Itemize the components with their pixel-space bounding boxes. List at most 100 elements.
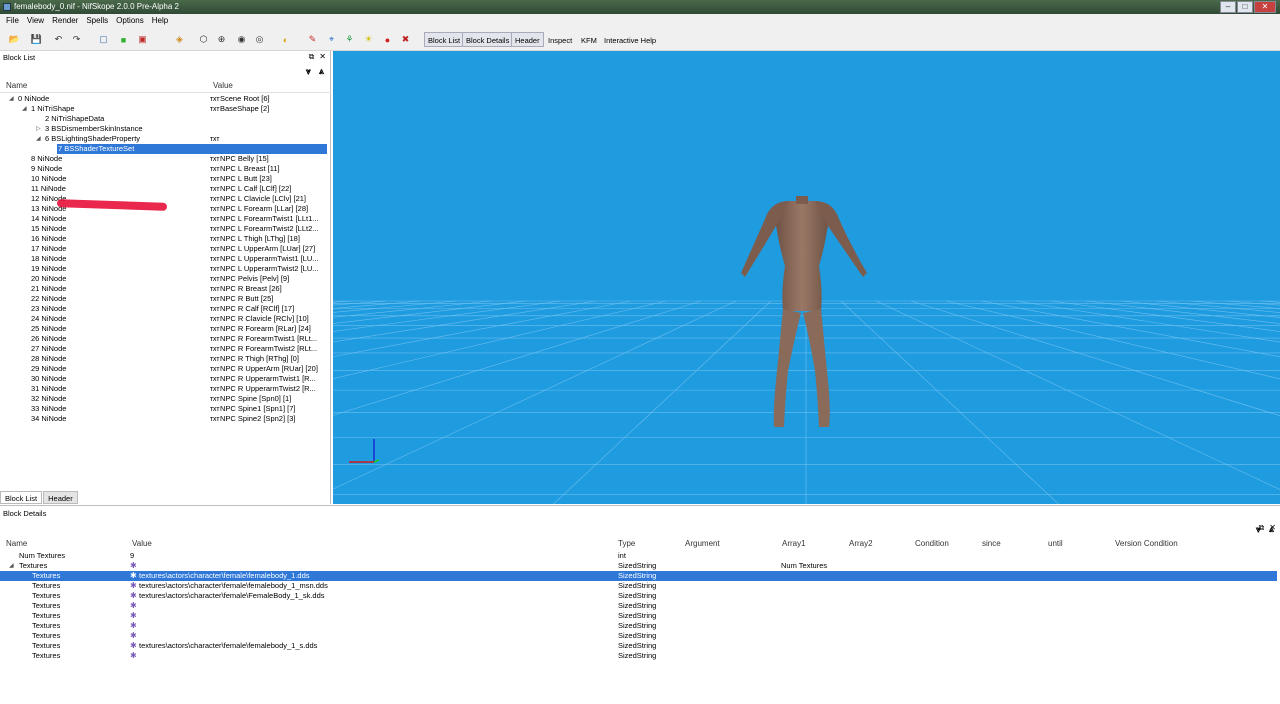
menu-spells[interactable]: Spells	[82, 14, 112, 29]
view-red-icon[interactable]: ▣	[136, 33, 149, 46]
tree-row[interactable]: ◢ 1 NiTriShape TXTBaseShape [2]	[0, 104, 331, 114]
expand-closed-icon[interactable]: ▷	[36, 124, 41, 134]
detail-value[interactable]: ✱	[130, 651, 139, 661]
expand-all-icon[interactable]: ⩔	[1256, 524, 1261, 535]
toolbar-block-list-button[interactable]: Block List	[424, 32, 465, 47]
close-icon[interactable]: ✕	[319, 52, 326, 62]
detail-value[interactable]: ✱	[130, 621, 139, 631]
detail-value[interactable]: ✱ textures\actors\character\female\female…	[130, 571, 310, 581]
tree-row[interactable]: 7 BSShaderTextureSet	[0, 144, 331, 154]
detail-value[interactable]: ✱	[130, 611, 139, 621]
maximize-button[interactable]: □	[1237, 1, 1253, 13]
column-header-type[interactable]: Type	[618, 539, 635, 548]
column-header-value[interactable]: Value	[132, 539, 152, 548]
float-icon[interactable]: ⧉	[309, 52, 315, 62]
open-icon[interactable]: 📂	[8, 33, 21, 46]
detail-row[interactable]: Textures ✱ SizedString	[0, 631, 1280, 641]
detail-row[interactable]: Textures ✱ textures\actors\character\femal…	[0, 571, 1277, 581]
detail-value[interactable]: ✱ textures\actors\character\female\female…	[130, 581, 328, 591]
tree-row[interactable]: 10 NiNode TXTNPC L Butt [23]	[0, 174, 331, 184]
tree-row[interactable]: 16 NiNode TXTNPC L Thigh [LThg] [18]	[0, 234, 331, 244]
column-header-condition[interactable]: Condition	[915, 539, 949, 548]
collapse-all-icon[interactable]: ⩓	[1269, 524, 1274, 535]
detail-row[interactable]: Textures ✱ textures\actors\character\femal…	[0, 641, 1280, 651]
frame-icon[interactable]: ◎	[253, 33, 266, 46]
expand-all-icon[interactable]: ⩔	[306, 66, 311, 77]
detail-row[interactable]: Textures ✱ textures\actors\character\femal…	[0, 591, 1280, 601]
tree-row[interactable]: 31 NiNode TXTNPC R UpperarmTwist2 [R...	[0, 384, 331, 394]
detail-row[interactable]: ◢ Textures ✱ SizedString Num Textures	[0, 561, 1280, 571]
expand-open-icon[interactable]: ◢	[9, 94, 14, 104]
tree-row[interactable]: 2 NiTriShapeData	[0, 114, 331, 124]
tree-row[interactable]: 18 NiNode TXTNPC L UpperarmTwist1 [LU...	[0, 254, 331, 264]
column-header-version-condition[interactable]: Version Condition	[1115, 539, 1178, 548]
detail-value[interactable]: ✱ textures\actors\character\female\Female…	[130, 591, 325, 601]
eye-icon[interactable]: ⊕	[215, 33, 228, 46]
detail-row[interactable]: Num Textures 9 int	[0, 551, 1280, 561]
tree-row[interactable]: 29 NiNode TXTNPC R UpperArm [RUar] [20]	[0, 364, 331, 374]
undo-icon[interactable]: ↶	[52, 33, 65, 46]
menu-view[interactable]: View	[23, 14, 48, 29]
expand-open-icon[interactable]: ◢	[9, 561, 14, 571]
render-viewport[interactable]	[333, 51, 1280, 504]
tree-row[interactable]: 22 NiNode TXTNPC R Butt [25]	[0, 294, 331, 304]
menu-help[interactable]: Help	[148, 14, 172, 29]
tree-row[interactable]: 20 NiNode TXTNPC Pelvis [Pelv] [9]	[0, 274, 331, 284]
tree-row[interactable]: 28 NiNode TXTNPC R Thigh [RThg] [0]	[0, 354, 331, 364]
light-icon[interactable]: ◐	[279, 33, 292, 46]
tree-row[interactable]: 33 NiNode TXTNPC Spine1 [Spn1] [7]	[0, 404, 331, 414]
column-header-name[interactable]: Name	[6, 539, 27, 548]
detail-row[interactable]: Textures ✱ SizedString	[0, 621, 1280, 631]
tree-row[interactable]: 21 NiNode TXTNPC R Breast [26]	[0, 284, 331, 294]
tree-row[interactable]: 9 NiNode TXTNPC L Breast [11]	[0, 164, 331, 174]
view-box-icon[interactable]: ▢	[97, 33, 110, 46]
minimize-button[interactable]: –	[1220, 1, 1236, 13]
column-header-array1[interactable]: Array1	[782, 539, 806, 548]
column-header-until[interactable]: until	[1048, 539, 1063, 548]
detail-row[interactable]: Textures ✱ SizedString	[0, 611, 1280, 621]
tree-row[interactable]: 25 NiNode TXTNPC R Forearm [RLar] [24]	[0, 324, 331, 334]
toolbar-interactive-help-button[interactable]: Interactive Help	[600, 32, 660, 47]
column-header-argument[interactable]: Argument	[685, 539, 720, 548]
tree-row[interactable]: 12 NiNode TXTNPC L Clavicle [LClv] [21]	[0, 194, 331, 204]
save-icon[interactable]: 💾	[30, 33, 43, 46]
tree-row[interactable]: 30 NiNode TXTNPC R UpperarmTwist1 [R...	[0, 374, 331, 384]
detail-value[interactable]: ✱	[130, 561, 139, 571]
detail-value[interactable]: ✱ textures\actors\character\female\female…	[130, 641, 317, 651]
scene-canvas[interactable]	[333, 51, 1280, 504]
pin-icon[interactable]: ●	[381, 33, 394, 46]
tree-row[interactable]: 19 NiNode TXTNPC L UpperarmTwist2 [LU...	[0, 264, 331, 274]
menu-file[interactable]: File	[2, 14, 23, 29]
axes-icon[interactable]: ⌖	[325, 33, 338, 46]
select-icon[interactable]: ✎	[306, 33, 319, 46]
column-header-array2[interactable]: Array2	[849, 539, 873, 548]
close-button[interactable]: ✕	[1254, 1, 1276, 13]
no-anim-icon[interactable]: ✖	[399, 33, 412, 46]
tree-row[interactable]: 24 NiNode TXTNPC R Clavicle [RClv] [10]	[0, 314, 331, 324]
tree-row[interactable]: 23 NiNode TXTNPC R Calf [RClf] [17]	[0, 304, 331, 314]
menu-render[interactable]: Render	[48, 14, 82, 29]
expand-open-icon[interactable]: ◢	[36, 134, 41, 144]
toolbar-inspect-button[interactable]: Inspect	[544, 32, 576, 47]
tree-row[interactable]: 27 NiNode TXTNPC R ForearmTwist2 [RLt...	[0, 344, 331, 354]
toolbar-kfm-button[interactable]: KFM	[577, 32, 601, 47]
tree-row[interactable]: ◢ 6 BSLightingShaderProperty TXT	[0, 134, 331, 144]
tree-row[interactable]: 17 NiNode TXTNPC L UpperArm [LUar] [27]	[0, 244, 331, 254]
eye-alt-icon[interactable]: ◉	[235, 33, 248, 46]
tree-row[interactable]: 8 NiNode TXTNPC Belly [15]	[0, 154, 331, 164]
detail-value[interactable]: ✱	[130, 631, 139, 641]
collapse-all-icon[interactable]: ⩓	[319, 66, 324, 77]
redo-icon[interactable]: ↷	[70, 33, 83, 46]
column-header-since[interactable]: since	[982, 539, 1001, 548]
tree-row[interactable]: 34 NiNode TXTNPC Spine2 [Spn2] [3]	[0, 414, 331, 424]
tree-row[interactable]: 11 NiNode TXTNPC L Calf [LClf] [22]	[0, 184, 331, 194]
toolbar-header-button[interactable]: Header	[511, 32, 544, 47]
tab-header[interactable]: Header	[43, 491, 78, 504]
sun-icon[interactable]: ☀	[362, 33, 375, 46]
detail-value[interactable]: 9	[130, 551, 134, 561]
menu-options[interactable]: Options	[112, 14, 148, 29]
view-cube-icon[interactable]: ◈	[173, 33, 186, 46]
tree-row[interactable]: 26 NiNode TXTNPC R ForearmTwist1 [RLt...	[0, 334, 331, 344]
tree-row[interactable]: ◢ 0 NiNode TXTScene Root [6]	[0, 94, 331, 104]
tab-block-list[interactable]: Block List	[0, 491, 43, 504]
